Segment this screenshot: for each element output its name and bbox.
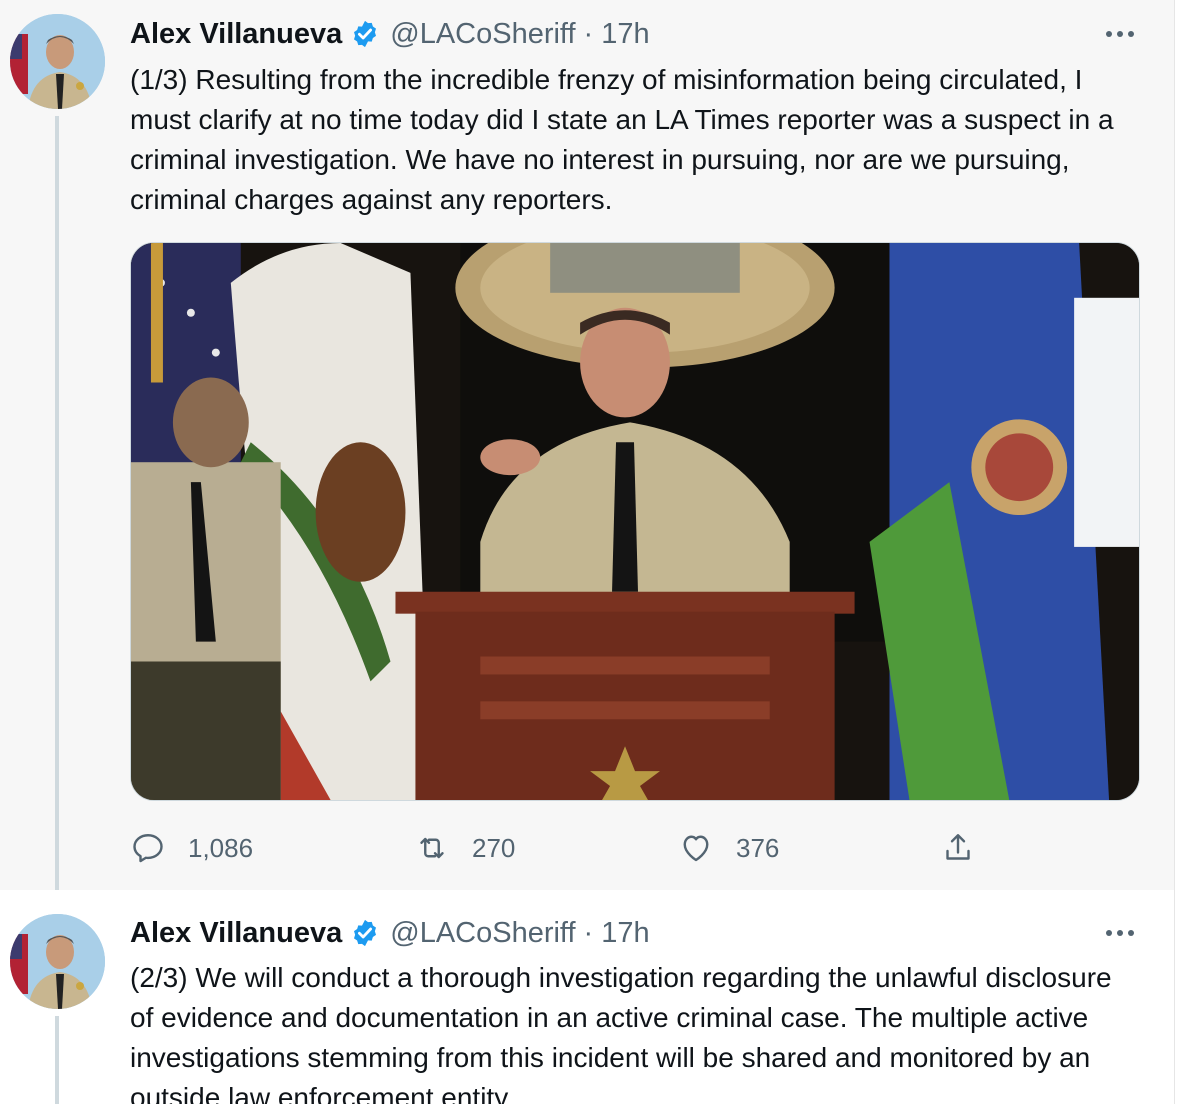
tweet-text: (1/3) Resulting from the incredible fren… bbox=[130, 64, 1114, 215]
thread-connector-line bbox=[55, 116, 59, 906]
avatar[interactable] bbox=[10, 14, 105, 109]
author-handle[interactable]: @LACoSheriff bbox=[390, 917, 575, 950]
reply-count: 1,086 bbox=[188, 832, 254, 863]
thread-connector-line bbox=[55, 1016, 59, 1104]
like-button[interactable]: 376 bbox=[678, 826, 779, 870]
timestamp[interactable]: 17h bbox=[601, 18, 649, 51]
separator-dot: · bbox=[583, 916, 594, 949]
tweet-actions: 1,086 270 376 bbox=[130, 826, 990, 870]
more-options-icon[interactable] bbox=[1106, 24, 1140, 44]
share-icon bbox=[946, 834, 970, 860]
retweet-icon bbox=[420, 837, 444, 859]
author-handle[interactable]: @LACoSheriff bbox=[390, 18, 575, 51]
verified-badge-icon bbox=[354, 919, 377, 947]
tweet-header: Alex Villanueva @LACoSheriff · 17h bbox=[130, 913, 650, 953]
heart-icon bbox=[683, 835, 709, 862]
retweet-count: 270 bbox=[472, 832, 516, 863]
like-count: 376 bbox=[736, 832, 780, 863]
tweet-1[interactable]: Alex Villanueva @LACoSheriff · 17h (1/3)… bbox=[0, 0, 1174, 906]
tweet-header: Alex Villanueva @LACoSheriff · 17h bbox=[130, 14, 650, 54]
tweet-text: (2/3) We will conduct a thorough investi… bbox=[130, 962, 1112, 1104]
author-name[interactable]: Alex Villanueva bbox=[130, 917, 342, 950]
author-name[interactable]: Alex Villanueva bbox=[130, 18, 342, 51]
timestamp[interactable]: 17h bbox=[601, 917, 649, 950]
separator-dot: · bbox=[583, 17, 594, 50]
avatar[interactable] bbox=[10, 914, 105, 1009]
more-options-icon[interactable] bbox=[1106, 923, 1140, 943]
tweet-2[interactable]: Alex Villanueva @LACoSheriff · 17h (2/3)… bbox=[0, 890, 1174, 1104]
reply-button[interactable]: 1,086 bbox=[130, 826, 253, 870]
timeline-border bbox=[1174, 0, 1194, 1104]
reply-icon bbox=[133, 834, 163, 863]
share-button[interactable] bbox=[940, 826, 976, 870]
verified-badge-icon bbox=[354, 20, 377, 48]
tweet-photo[interactable] bbox=[130, 242, 1140, 801]
retweet-button[interactable]: 270 bbox=[414, 826, 515, 870]
